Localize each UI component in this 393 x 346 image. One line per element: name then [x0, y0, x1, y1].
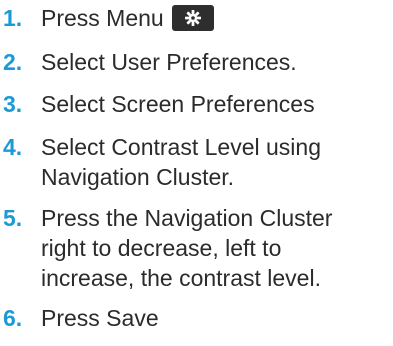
step-text: Select User Preferences.: [41, 47, 393, 77]
step-number: 4.: [3, 134, 23, 160]
step-number: 1.: [3, 5, 23, 31]
step-text: Press Menu: [41, 3, 393, 33]
step-text: Select Contrast Level using Navigation C…: [41, 132, 393, 192]
step-line-text: increase, the contrast level.: [41, 265, 321, 291]
step-line-text: Navigation Cluster.: [41, 164, 235, 190]
step-text: Press the Navigation Cluster right to de…: [41, 203, 393, 293]
step-text: Select Screen Preferences: [41, 89, 393, 119]
step-line-text: Press Save: [41, 305, 159, 331]
step-text: Press Save: [41, 303, 393, 333]
step-number: 3.: [3, 91, 23, 117]
step-line-text: Select Screen Preferences: [41, 91, 315, 117]
step-line-text: Press the Navigation Cluster: [41, 205, 333, 231]
step-number: 2.: [3, 49, 23, 75]
step-line-text: Press Menu: [41, 5, 164, 31]
step-line-text: Select User Preferences.: [41, 49, 297, 75]
step-line-text: Select Contrast Level using: [41, 134, 321, 160]
step-line-text: right to decrease, left to: [41, 235, 282, 261]
step-number: 6.: [3, 305, 23, 331]
step-number: 5.: [3, 205, 23, 231]
menu-key: [171, 5, 214, 31]
step-line: Press Menu: [41, 3, 393, 33]
gear-icon: [184, 10, 201, 26]
